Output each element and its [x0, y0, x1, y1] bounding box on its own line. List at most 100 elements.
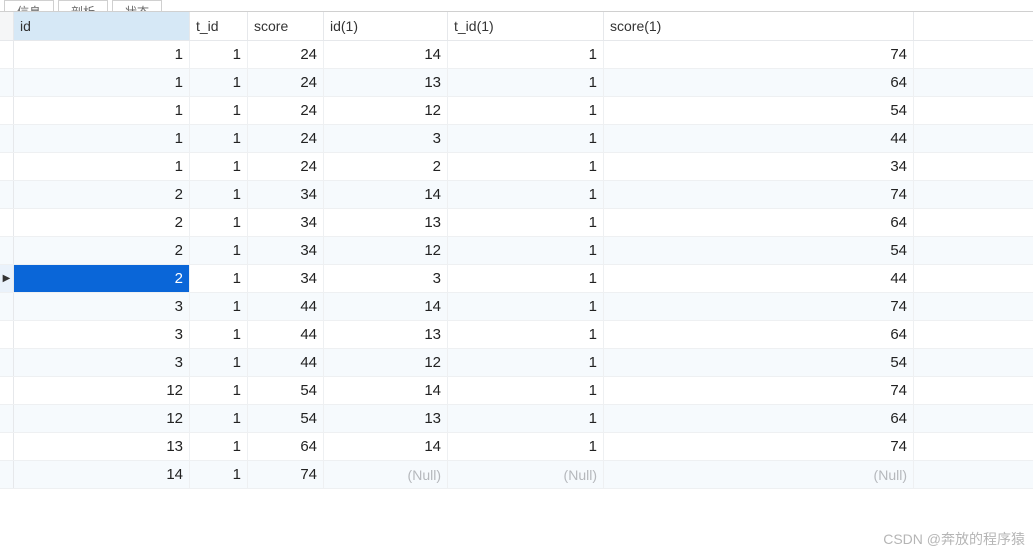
cell-score[interactable]: 24 — [248, 153, 324, 180]
cell-id1[interactable]: (Null) — [324, 461, 448, 488]
cell-id1[interactable]: 12 — [324, 237, 448, 264]
cell-id1[interactable]: 3 — [324, 125, 448, 152]
cell-t_id1[interactable]: 1 — [448, 209, 604, 236]
cell-score[interactable]: 34 — [248, 181, 324, 208]
cell-t_id1[interactable]: 1 — [448, 125, 604, 152]
table-row[interactable]: 11243144 — [0, 125, 1033, 153]
row-indicator[interactable] — [0, 433, 14, 460]
col-header-id1[interactable]: id(1) — [324, 12, 448, 40]
table-row[interactable]: 213412154 — [0, 237, 1033, 265]
row-indicator[interactable] — [0, 125, 14, 152]
cell-id1[interactable]: 13 — [324, 69, 448, 96]
table-row[interactable]: 112412154 — [0, 97, 1033, 125]
cell-t_id1[interactable]: (Null) — [448, 461, 604, 488]
row-indicator[interactable] — [0, 209, 14, 236]
row-indicator[interactable] — [0, 405, 14, 432]
cell-score1[interactable]: 34 — [604, 153, 914, 180]
cell-t_id1[interactable]: 1 — [448, 97, 604, 124]
cell-score1[interactable]: 74 — [604, 433, 914, 460]
row-indicator[interactable]: ▶ — [0, 265, 14, 292]
cell-score[interactable]: 44 — [248, 349, 324, 376]
table-row[interactable]: 1316414174 — [0, 433, 1033, 461]
cell-score1[interactable]: 64 — [604, 405, 914, 432]
cell-t_id[interactable]: 1 — [190, 181, 248, 208]
cell-id1[interactable]: 3 — [324, 265, 448, 292]
row-indicator[interactable] — [0, 293, 14, 320]
cell-score1[interactable]: 74 — [604, 41, 914, 68]
cell-t_id1[interactable]: 1 — [448, 433, 604, 460]
cell-score[interactable]: 44 — [248, 321, 324, 348]
cell-score[interactable]: 74 — [248, 461, 324, 488]
cell-score1[interactable]: 64 — [604, 69, 914, 96]
cell-score[interactable]: 44 — [248, 293, 324, 320]
row-indicator[interactable] — [0, 181, 14, 208]
row-indicator[interactable] — [0, 321, 14, 348]
cell-t_id1[interactable]: 1 — [448, 41, 604, 68]
cell-id1[interactable]: 14 — [324, 41, 448, 68]
row-indicator[interactable] — [0, 97, 14, 124]
cell-score[interactable]: 64 — [248, 433, 324, 460]
cell-id1[interactable]: 14 — [324, 377, 448, 404]
row-indicator[interactable] — [0, 69, 14, 96]
cell-score1[interactable]: 44 — [604, 125, 914, 152]
cell-t_id[interactable]: 1 — [190, 405, 248, 432]
cell-t_id1[interactable]: 1 — [448, 237, 604, 264]
table-row[interactable]: 1215413164 — [0, 405, 1033, 433]
row-indicator[interactable] — [0, 237, 14, 264]
cell-t_id[interactable]: 1 — [190, 237, 248, 264]
table-row[interactable]: 112413164 — [0, 69, 1033, 97]
table-row[interactable]: 1215414174 — [0, 377, 1033, 405]
row-indicator[interactable] — [0, 153, 14, 180]
cell-t_id1[interactable]: 1 — [448, 349, 604, 376]
cell-t_id1[interactable]: 1 — [448, 265, 604, 292]
cell-score1[interactable]: 54 — [604, 97, 914, 124]
cell-id[interactable]: 1 — [14, 97, 190, 124]
cell-id[interactable]: 2 — [14, 237, 190, 264]
cell-t_id1[interactable]: 1 — [448, 405, 604, 432]
cell-id[interactable]: 1 — [14, 69, 190, 96]
cell-id1[interactable]: 13 — [324, 321, 448, 348]
cell-score1[interactable]: 74 — [604, 181, 914, 208]
cell-score1[interactable]: 64 — [604, 209, 914, 236]
table-row[interactable]: 112414174 — [0, 41, 1033, 69]
cell-t_id[interactable]: 1 — [190, 153, 248, 180]
cell-t_id1[interactable]: 1 — [448, 153, 604, 180]
cell-score[interactable]: 34 — [248, 209, 324, 236]
cell-score1[interactable]: 54 — [604, 349, 914, 376]
col-header-id[interactable]: id — [14, 12, 190, 40]
row-indicator[interactable] — [0, 461, 14, 488]
cell-id[interactable]: 2 — [14, 209, 190, 236]
cell-t_id[interactable]: 1 — [190, 349, 248, 376]
cell-id[interactable]: 3 — [14, 321, 190, 348]
tab-info[interactable]: 信息 — [4, 0, 54, 11]
cell-score1[interactable]: 44 — [604, 265, 914, 292]
cell-score[interactable]: 24 — [248, 41, 324, 68]
table-row[interactable]: ▶21343144 — [0, 265, 1033, 293]
cell-id1[interactable]: 12 — [324, 97, 448, 124]
cell-score1[interactable]: 74 — [604, 377, 914, 404]
cell-id[interactable]: 1 — [14, 41, 190, 68]
cell-id1[interactable]: 14 — [324, 293, 448, 320]
cell-t_id1[interactable]: 1 — [448, 321, 604, 348]
cell-t_id[interactable]: 1 — [190, 69, 248, 96]
cell-t_id[interactable]: 1 — [190, 41, 248, 68]
cell-score[interactable]: 24 — [248, 69, 324, 96]
table-row[interactable]: 11242134 — [0, 153, 1033, 181]
cell-id1[interactable]: 14 — [324, 433, 448, 460]
cell-score1[interactable]: (Null) — [604, 461, 914, 488]
cell-score1[interactable]: 74 — [604, 293, 914, 320]
row-indicator[interactable] — [0, 349, 14, 376]
cell-score1[interactable]: 54 — [604, 237, 914, 264]
tab-status[interactable]: 状态 — [112, 0, 162, 11]
cell-id[interactable]: 1 — [14, 125, 190, 152]
cell-id1[interactable]: 13 — [324, 209, 448, 236]
cell-id1[interactable]: 2 — [324, 153, 448, 180]
cell-score[interactable]: 54 — [248, 377, 324, 404]
cell-id1[interactable]: 14 — [324, 181, 448, 208]
table-row[interactable]: 314413164 — [0, 321, 1033, 349]
cell-score[interactable]: 24 — [248, 125, 324, 152]
cell-id[interactable]: 2 — [14, 181, 190, 208]
cell-t_id[interactable]: 1 — [190, 97, 248, 124]
cell-score[interactable]: 34 — [248, 237, 324, 264]
col-header-score1[interactable]: score(1) — [604, 12, 914, 40]
